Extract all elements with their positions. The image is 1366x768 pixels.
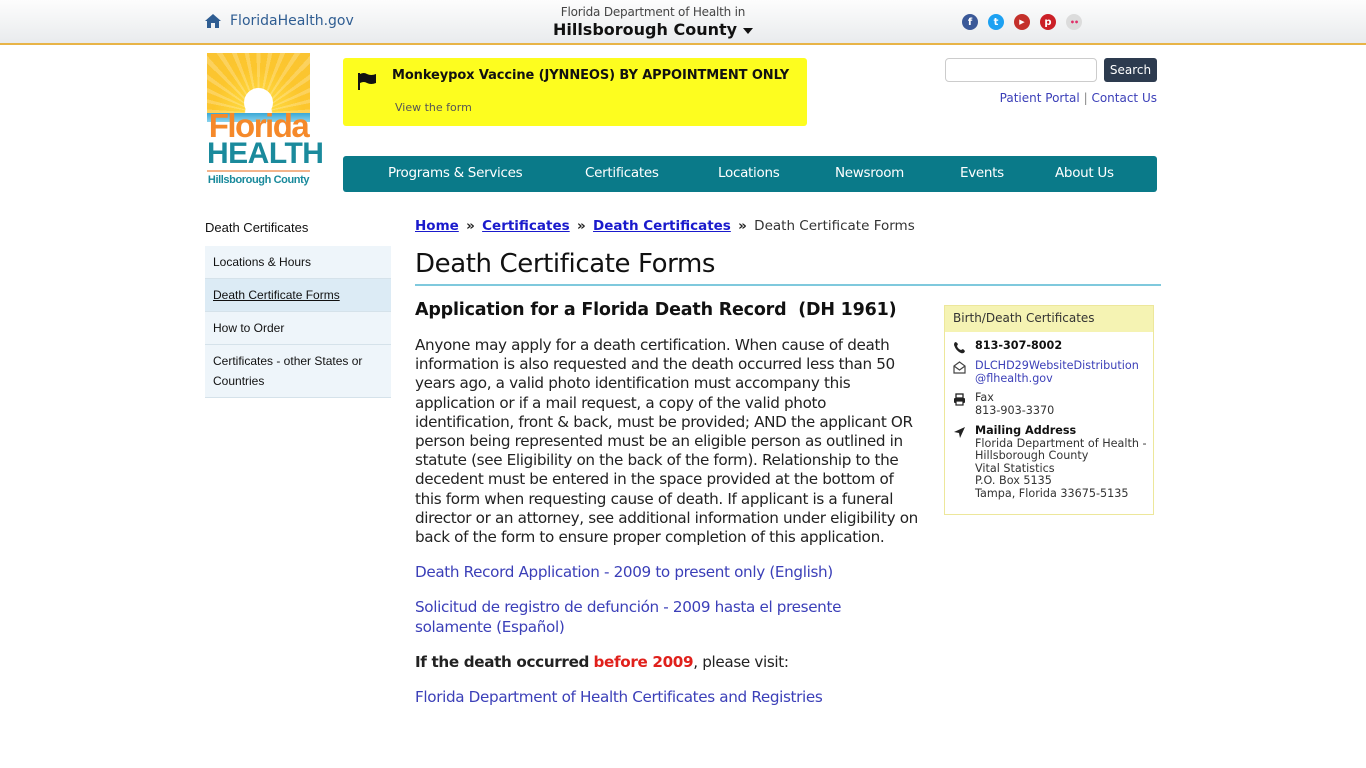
breadcrumb-separator: » xyxy=(577,218,586,234)
floridahealth-home-link[interactable]: FloridaHealth.gov xyxy=(205,13,354,29)
contact-mail-row: Mailing Address Florida Department of He… xyxy=(953,424,1147,500)
utility-links: Patient Portal | Contact Us xyxy=(1000,91,1157,105)
english-application-link[interactable]: Death Record Application - 2009 to prese… xyxy=(415,563,920,582)
home-icon xyxy=(205,14,221,28)
breadcrumb: Home » Certificates » Death Certificates… xyxy=(415,218,915,234)
section-heading: Application for a Florida Death Record (… xyxy=(415,300,897,320)
logo-health: HEALTH xyxy=(207,137,324,170)
contact-fax-row: Fax 813-903-3370 xyxy=(953,391,1055,417)
before-2009-note: If the death occurred before 2009, pleas… xyxy=(415,653,920,672)
twitter-icon[interactable]: t xyxy=(988,14,1004,30)
phone-icon xyxy=(953,340,975,358)
home-link-label: FloridaHealth.gov xyxy=(230,13,354,29)
before-2009-tail: , please visit: xyxy=(693,652,789,671)
social-links: f t ▶ p •• xyxy=(962,14,1082,30)
email-line-2: @flhealth.gov xyxy=(975,371,1053,385)
county-dropdown[interactable]: Hillsborough County xyxy=(552,20,754,39)
nav-newsroom[interactable]: Newsroom xyxy=(835,165,904,181)
breadcrumb-current: Death Certificate Forms xyxy=(754,218,915,234)
patient-portal-link[interactable]: Patient Portal xyxy=(1000,91,1080,105)
alert-banner: Monkeypox Vaccine (JYNNEOS) BY APPOINTME… xyxy=(343,58,807,126)
nav-about-us[interactable]: About Us xyxy=(1055,165,1114,181)
address-line: P.O. Box 5135 xyxy=(975,474,1052,487)
address-line: Hillsborough County xyxy=(975,449,1089,462)
address-line: Tampa, Florida 33675-5135 xyxy=(975,486,1129,500)
breadcrumb-death-certificates[interactable]: Death Certificates xyxy=(593,218,731,234)
flickr-icon[interactable]: •• xyxy=(1066,14,1082,30)
before-2009-red: before 2009 xyxy=(593,652,694,671)
nav-programs-services[interactable]: Programs & Services xyxy=(388,165,523,181)
sidebar-item-death-certificate-forms[interactable]: Death Certificate Forms xyxy=(205,279,391,312)
county-name: Hillsborough County xyxy=(552,20,738,39)
sidebar-title: Death Certificates xyxy=(205,220,309,235)
florida-health-logo[interactable]: Florida HEALTH Hillsborough County xyxy=(207,53,324,189)
breadcrumb-home[interactable]: Home xyxy=(415,218,459,234)
nav-events[interactable]: Events xyxy=(960,165,1004,181)
top-bar: FloridaHealth.gov Florida Department of … xyxy=(0,0,1366,45)
address-line: Vital Statistics xyxy=(975,461,1055,475)
breadcrumb-certificates[interactable]: Certificates xyxy=(482,218,570,234)
main-nav: Programs & Services Certificates Locatio… xyxy=(343,156,1157,192)
fax-block: Fax 813-903-3370 xyxy=(975,391,1055,417)
pinterest-icon[interactable]: p xyxy=(1040,14,1056,30)
article: Application for a Florida Death Record (… xyxy=(415,296,920,707)
view-form-link[interactable]: View the form xyxy=(395,101,472,114)
location-arrow-icon xyxy=(953,425,975,500)
mailing-address: Mailing Address Florida Department of He… xyxy=(975,424,1147,500)
search-input[interactable] xyxy=(945,58,1097,82)
alert-title: Monkeypox Vaccine (JYNNEOS) BY APPOINTME… xyxy=(392,68,790,83)
sidebar-item-other-states[interactable]: Certificates - other States or Countries xyxy=(205,345,391,398)
sidebar-nav: Locations & Hours Death Certificate Form… xyxy=(205,246,391,398)
mailing-label: Mailing Address xyxy=(975,424,1077,437)
youtube-icon[interactable]: ▶ xyxy=(1014,14,1030,30)
sidebar-item-locations-hours[interactable]: Locations & Hours xyxy=(205,246,391,279)
flag-icon xyxy=(358,73,376,90)
caret-down-icon xyxy=(743,28,754,34)
state-registries-link[interactable]: Florida Department of Health Certificate… xyxy=(415,688,920,707)
link-separator: | xyxy=(1083,91,1088,105)
logo-county: Hillsborough County xyxy=(207,174,310,186)
contact-box-title: Birth/Death Certificates xyxy=(945,306,1153,332)
email-line-1: DLCHD29WebsiteDistribution xyxy=(975,359,1139,372)
search-button[interactable]: Search xyxy=(1104,58,1157,82)
fax-label: Fax xyxy=(975,391,994,404)
intro-paragraph: Anyone may apply for a death certificati… xyxy=(415,336,918,547)
breadcrumb-separator: » xyxy=(466,218,475,234)
dept-line: Florida Department of Health in xyxy=(560,5,746,19)
logo-rule xyxy=(207,170,310,172)
contact-phone-row: 813-307-8002 xyxy=(953,339,1063,358)
sun-graphic xyxy=(207,53,310,113)
envelope-icon xyxy=(953,360,975,385)
breadcrumb-separator: » xyxy=(738,218,747,234)
spanish-application-link[interactable]: Solicitud de registro de defunción - 200… xyxy=(415,598,920,636)
fax-number: 813-903-3370 xyxy=(975,403,1055,417)
contact-us-link[interactable]: Contact Us xyxy=(1091,91,1157,105)
contact-phone: 813-307-8002 xyxy=(975,339,1063,352)
nav-certificates[interactable]: Certificates xyxy=(585,165,659,181)
facebook-icon[interactable]: f xyxy=(962,14,978,30)
county-selector[interactable]: Florida Department of Health in Hillsbor… xyxy=(540,4,766,39)
nav-locations[interactable]: Locations xyxy=(718,165,780,181)
contact-email-row: DLCHD29WebsiteDistribution @flhealth.gov xyxy=(953,359,1139,385)
contact-email-link[interactable]: DLCHD29WebsiteDistribution @flhealth.gov xyxy=(975,359,1139,385)
printer-icon xyxy=(953,392,975,417)
page-title: Death Certificate Forms xyxy=(415,246,1161,286)
before-2009-bold: If the death occurred xyxy=(415,652,590,671)
address-line: Florida Department of Health - xyxy=(975,436,1147,450)
sidebar-item-how-to-order[interactable]: How to Order xyxy=(205,312,391,345)
contact-box: Birth/Death Certificates 813-307-8002 DL… xyxy=(944,305,1154,515)
